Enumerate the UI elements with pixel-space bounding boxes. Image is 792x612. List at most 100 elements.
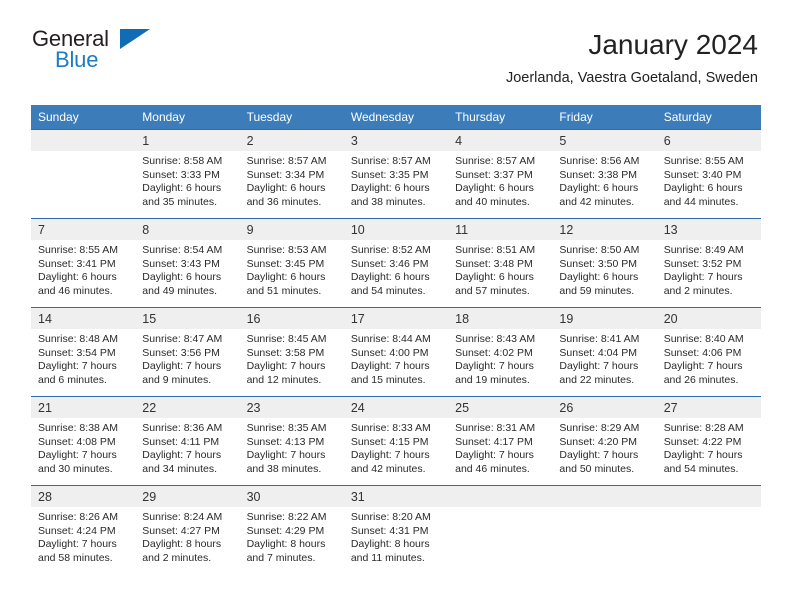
day-detail-line: Sunset: 3:35 PM [350, 168, 429, 181]
calendar-day-cell[interactable]: 30 Sunrise: 8:22 AM Sunset: 4:29 PM Dayligh… [239, 485, 344, 575]
day-details: Sunrise: 8:40 AM Sunset: 4:06 PM Daylight:… [657, 329, 761, 387]
day-number: 23 [239, 397, 344, 418]
day-details: Sunrise: 8:51 AM Sunset: 3:48 PM Daylight:… [448, 240, 552, 298]
day-detail-line: Sunrise: 8:51 AM [455, 244, 536, 256]
calendar-day-cell[interactable]: 24 Sunrise: 8:33 AM Sunset: 4:15 PM Dayligh… [343, 396, 449, 486]
calendar-day-cell[interactable]: 10 Sunrise: 8:52 AM Sunset: 3:46 PM Dayligh… [343, 218, 449, 308]
calendar-day-cell[interactable]: 19 Sunrise: 8:41 AM Sunset: 4:04 PM Dayligh… [552, 307, 657, 397]
day-details: Sunrise: 8:35 AM Sunset: 4:13 PM Daylight:… [240, 418, 344, 476]
calendar-day-cell[interactable]: 15 Sunrise: 8:47 AM Sunset: 3:56 PM Dayligh… [135, 307, 240, 397]
day-detail-line: Daylight: 6 hours [455, 271, 534, 284]
day-details: Sunrise: 8:53 AM Sunset: 3:45 PM Daylight:… [240, 240, 344, 298]
day-detail-line: and 36 minutes. [246, 195, 322, 208]
day-detail-line: Sunrise: 8:58 AM [142, 155, 223, 167]
day-details: Sunrise: 8:44 AM Sunset: 4:00 PM Daylight:… [344, 329, 448, 387]
calendar-week-row: 21 Sunrise: 8:38 AM Sunset: 4:08 PM Dayligh… [31, 396, 761, 486]
day-detail-line: Daylight: 7 hours [455, 449, 534, 462]
day-details: Sunrise: 8:45 AM Sunset: 3:58 PM Daylight:… [240, 329, 344, 387]
day-detail-line: Sunrise: 8:57 AM [350, 155, 431, 167]
day-detail-line: Sunrise: 8:22 AM [246, 511, 327, 523]
calendar-day-cell[interactable]: 12 Sunrise: 8:50 AM Sunset: 3:50 PM Dayligh… [552, 218, 657, 308]
calendar-day-cell[interactable]: 26 Sunrise: 8:29 AM Sunset: 4:20 PM Dayligh… [552, 396, 657, 486]
calendar-day-cell[interactable]: 21 Sunrise: 8:38 AM Sunset: 4:08 PM Dayligh… [31, 396, 136, 486]
day-detail-line: Sunset: 4:13 PM [246, 435, 325, 448]
day-detail-line: Sunset: 4:06 PM [663, 346, 742, 359]
calendar-day-cell[interactable]: 4 Sunrise: 8:57 AM Sunset: 3:37 PM Daylight… [448, 129, 553, 219]
calendar-day-cell[interactable]: 13 Sunrise: 8:49 AM Sunset: 3:52 PM Dayligh… [656, 218, 761, 308]
day-detail-line: Sunset: 3:50 PM [559, 257, 638, 270]
day-details: Sunrise: 8:48 AM Sunset: 3:54 PM Daylight:… [31, 329, 135, 387]
calendar-day-cell[interactable]: 27 Sunrise: 8:28 AM Sunset: 4:22 PM Dayligh… [656, 396, 761, 486]
day-detail-line: Sunset: 4:02 PM [455, 346, 533, 359]
calendar-day-cell[interactable]: 9 Sunrise: 8:53 AM Sunset: 3:45 PM Daylight… [239, 218, 344, 308]
day-number [656, 486, 761, 507]
day-detail-line: and 59 minutes. [559, 284, 635, 297]
day-detail-line: Daylight: 8 hours [350, 538, 430, 551]
day-details: Sunrise: 8:52 AM Sunset: 3:46 PM Daylight:… [344, 240, 448, 298]
day-detail-line: Sunset: 4:31 PM [350, 524, 429, 537]
day-detail-line: Sunrise: 8:29 AM [559, 422, 640, 434]
day-details: Sunrise: 8:49 AM Sunset: 3:52 PM Daylight:… [657, 240, 761, 298]
calendar-day-cell[interactable]: 5 Sunrise: 8:56 AM Sunset: 3:38 PM Daylight… [552, 129, 657, 219]
day-number: 5 [552, 130, 657, 151]
day-detail-line: Sunrise: 8:47 AM [142, 333, 223, 345]
day-detail-line: Sunrise: 8:45 AM [246, 333, 327, 345]
calendar-empty-cell [31, 129, 136, 219]
day-details: Sunrise: 8:26 AM Sunset: 4:24 PM Daylight:… [31, 507, 135, 565]
day-detail-line: Sunrise: 8:48 AM [38, 333, 118, 345]
day-details: Sunrise: 8:57 AM Sunset: 3:35 PM Daylight:… [344, 151, 448, 209]
day-detail-line: Daylight: 7 hours [559, 360, 639, 373]
day-detail-line: Sunset: 3:41 PM [38, 257, 116, 270]
day-detail-line: Sunset: 4:20 PM [559, 435, 638, 448]
calendar-day-cell[interactable]: 17 Sunrise: 8:44 AM Sunset: 4:00 PM Dayligh… [343, 307, 449, 397]
day-detail-line: Sunset: 3:40 PM [663, 168, 742, 181]
calendar-day-cell[interactable]: 20 Sunrise: 8:40 AM Sunset: 4:06 PM Dayligh… [656, 307, 761, 397]
day-detail-line: Daylight: 7 hours [246, 360, 326, 373]
day-number: 10 [343, 219, 449, 240]
day-number: 11 [448, 219, 553, 240]
day-number [31, 130, 136, 151]
day-detail-line: Sunset: 3:37 PM [455, 168, 533, 181]
day-detail-line: Daylight: 6 hours [142, 271, 222, 284]
calendar-day-cell[interactable]: 14 Sunrise: 8:48 AM Sunset: 3:54 PM Dayligh… [31, 307, 136, 397]
calendar-day-cell[interactable]: 16 Sunrise: 8:45 AM Sunset: 3:58 PM Dayligh… [239, 307, 344, 397]
day-number [552, 486, 657, 507]
day-number: 28 [31, 486, 136, 507]
calendar-day-cell[interactable]: 23 Sunrise: 8:35 AM Sunset: 4:13 PM Dayligh… [239, 396, 344, 486]
day-detail-line: Daylight: 6 hours [38, 271, 117, 284]
day-detail-line: Sunrise: 8:33 AM [350, 422, 431, 434]
day-detail-line: Sunset: 3:34 PM [246, 168, 325, 181]
calendar-day-cell[interactable]: 1 Sunrise: 8:58 AM Sunset: 3:33 PM Daylight… [135, 129, 240, 219]
calendar-day-cell[interactable]: 22 Sunrise: 8:36 AM Sunset: 4:11 PM Dayligh… [135, 396, 240, 486]
day-detail-line: Daylight: 7 hours [142, 449, 222, 462]
day-detail-line: and 2 minutes. [663, 284, 733, 297]
calendar-day-cell[interactable]: 28 Sunrise: 8:26 AM Sunset: 4:24 PM Dayligh… [31, 485, 136, 575]
day-detail-line: Daylight: 6 hours [350, 182, 430, 195]
day-detail-line: Daylight: 7 hours [350, 449, 430, 462]
day-detail-line: and 6 minutes. [38, 373, 107, 386]
calendar-day-cell[interactable]: 3 Sunrise: 8:57 AM Sunset: 3:35 PM Daylight… [343, 129, 449, 219]
calendar-week-row: 14 Sunrise: 8:48 AM Sunset: 3:54 PM Dayligh… [31, 307, 761, 397]
calendar-empty-cell [656, 485, 761, 575]
calendar-page: General Blue January 2024 Joerlanda, Vae… [0, 0, 792, 612]
day-detail-line: Daylight: 8 hours [142, 538, 222, 551]
calendar-day-cell[interactable]: 18 Sunrise: 8:43 AM Sunset: 4:02 PM Dayligh… [448, 307, 553, 397]
calendar-day-cell[interactable]: 2 Sunrise: 8:57 AM Sunset: 3:34 PM Daylight… [239, 129, 344, 219]
day-detail-line: Sunrise: 8:24 AM [142, 511, 223, 523]
day-detail-line: Daylight: 8 hours [246, 538, 326, 551]
weekday-header-wednesday: Wednesday [343, 105, 449, 130]
day-number: 9 [239, 219, 344, 240]
day-number: 30 [239, 486, 344, 507]
calendar-day-cell[interactable]: 11 Sunrise: 8:51 AM Sunset: 3:48 PM Dayligh… [448, 218, 553, 308]
day-detail-line: Sunset: 4:04 PM [559, 346, 638, 359]
calendar-day-cell[interactable]: 7 Sunrise: 8:55 AM Sunset: 3:41 PM Daylight… [31, 218, 136, 308]
day-detail-line: Sunrise: 8:44 AM [350, 333, 431, 345]
day-detail-line: Sunset: 4:17 PM [455, 435, 533, 448]
calendar-day-cell[interactable]: 29 Sunrise: 8:24 AM Sunset: 4:27 PM Dayligh… [135, 485, 240, 575]
calendar-day-cell[interactable]: 25 Sunrise: 8:31 AM Sunset: 4:17 PM Dayligh… [448, 396, 553, 486]
day-detail-line: Sunrise: 8:28 AM [663, 422, 744, 434]
day-details: Sunrise: 8:36 AM Sunset: 4:11 PM Daylight:… [135, 418, 239, 476]
calendar-day-cell[interactable]: 31 Sunrise: 8:20 AM Sunset: 4:31 PM Dayligh… [343, 485, 449, 575]
calendar-day-cell[interactable]: 6 Sunrise: 8:55 AM Sunset: 3:40 PM Daylight… [656, 129, 761, 219]
calendar-day-cell[interactable]: 8 Sunrise: 8:54 AM Sunset: 3:43 PM Daylight… [135, 218, 240, 308]
